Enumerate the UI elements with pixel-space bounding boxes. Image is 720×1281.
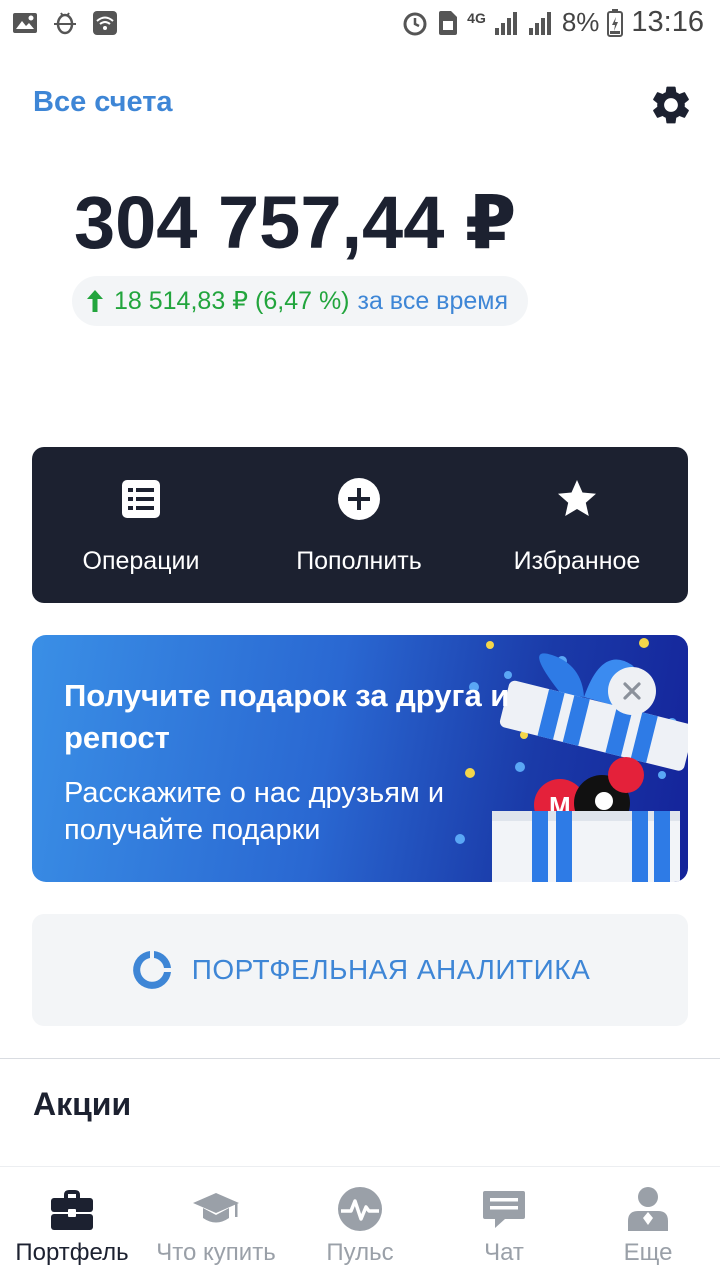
battery-icon [607, 8, 624, 37]
all-accounts-link[interactable]: Все счета [33, 86, 173, 119]
battery-percent: 8% [561, 7, 600, 37]
portfolio-analytics-button[interactable]: ПОРТФЕЛЬНАЯ АНАЛИТИКА [32, 914, 688, 1026]
operations-button[interactable]: Операции [56, 447, 226, 603]
promo-text: Расскажите о нас друзьям и получайте под… [64, 777, 445, 846]
quick-actions-panel: Операции Пополнить Избранное [32, 447, 688, 603]
nav-more-label: Еще [623, 1239, 673, 1266]
arrow-up-icon [87, 290, 103, 312]
network-type-label: 4G [467, 9, 486, 26]
alarm-icon [403, 12, 427, 35]
top-up-label: Пополнить [296, 547, 422, 575]
plus-circle-icon [338, 478, 380, 520]
graduation-cap-icon [193, 1193, 239, 1223]
user-icon [628, 1187, 668, 1231]
gear-icon[interactable] [648, 82, 694, 128]
nav-portfolio[interactable]: Портфель [0, 1167, 144, 1281]
chat-icon [483, 1191, 525, 1228]
image-icon [13, 13, 37, 33]
signal-2-icon [528, 11, 551, 35]
clock: 13:16 [631, 6, 704, 38]
promo-banner[interactable]: M Получите подарок за друга и репост Рас… [32, 635, 688, 882]
nav-portfolio-label: Портфель [15, 1239, 129, 1266]
portfolio-analytics-label: ПОРТФЕЛЬНАЯ АНАЛИТИКА [191, 954, 591, 985]
nav-more[interactable]: Еще [576, 1167, 720, 1281]
pulse-icon [338, 1187, 382, 1231]
nav-what-to-buy[interactable]: Что купить [144, 1167, 288, 1281]
wifi-box-icon [93, 11, 117, 35]
portfolio-balance: 304 757,44 ₽ [74, 181, 517, 264]
close-button[interactable] [608, 667, 656, 715]
nav-what-to-buy-label: Что купить [156, 1239, 276, 1266]
favorites-button[interactable]: Избранное [492, 447, 662, 603]
signal-icon [494, 11, 517, 35]
sim-icon [439, 10, 458, 35]
nav-pulse-label: Пульс [326, 1239, 394, 1266]
list-icon [122, 480, 160, 518]
change-value: 18 514,83 ₽ (6,47 %) [114, 287, 350, 315]
operations-label: Операции [82, 547, 200, 575]
portfolio-change-pill[interactable]: 18 514,83 ₽ (6,47 %) за все время [72, 276, 528, 326]
donut-chart-icon [132, 951, 171, 989]
nav-chat[interactable]: Чат [432, 1167, 576, 1281]
section-title-stocks: Акции [33, 1086, 132, 1122]
nav-pulse[interactable]: Пульс [288, 1167, 432, 1281]
promo-title: Получите подарок за друга и репост [64, 678, 510, 755]
top-up-button[interactable]: Пополнить [274, 447, 444, 603]
favorites-label: Избранное [513, 547, 641, 575]
debug-icon [54, 12, 76, 35]
nav-chat-label: Чат [484, 1239, 524, 1266]
status-bar: 4G 8% 13:16 [0, 0, 720, 50]
close-icon [623, 682, 641, 700]
change-period: за все время [357, 286, 508, 315]
divider [0, 1058, 720, 1059]
bottom-navigation: Портфель Что купить Пульс Чат Еще [0, 1166, 720, 1281]
star-icon [558, 480, 596, 516]
briefcase-icon [51, 1190, 93, 1230]
